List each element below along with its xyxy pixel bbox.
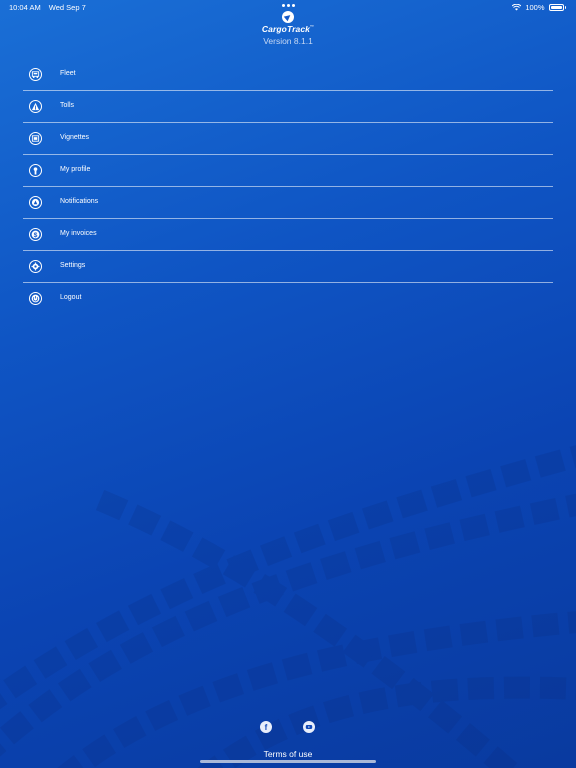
menu-label-notifications: Notifications bbox=[60, 198, 99, 205]
menu-item-tolls[interactable]: Tolls bbox=[23, 91, 553, 123]
cargotrack-logo-icon bbox=[282, 11, 294, 23]
menu-label-settings: Settings bbox=[60, 262, 86, 269]
menu-label-tolls: Tolls bbox=[60, 102, 75, 109]
tolls-icon bbox=[29, 100, 42, 113]
app-version: Version 8.1.1 bbox=[263, 36, 313, 46]
settings-icon bbox=[29, 260, 42, 273]
home-indicator[interactable] bbox=[200, 760, 376, 763]
vignettes-icon bbox=[29, 132, 42, 145]
menu-label-my-profile: My profile bbox=[60, 166, 91, 173]
menu-item-fleet[interactable]: Fleet bbox=[23, 59, 553, 91]
logout-icon bbox=[29, 292, 42, 305]
wifi-icon bbox=[512, 4, 522, 11]
facebook-icon[interactable]: f bbox=[260, 721, 272, 733]
main-menu: Fleet Tolls Vignettes My profile Notific… bbox=[23, 59, 553, 314]
notifications-icon bbox=[29, 196, 42, 209]
logo-trademark: ™ bbox=[309, 24, 315, 30]
battery-tip bbox=[564, 6, 566, 9]
menu-item-my-invoices[interactable]: $ My invoices bbox=[23, 219, 553, 251]
fleet-icon bbox=[29, 68, 42, 81]
terms-of-use-link[interactable]: Terms of use bbox=[0, 749, 576, 759]
facebook-glyph: f bbox=[264, 722, 268, 732]
invoices-icon: $ bbox=[29, 228, 42, 241]
menu-item-logout[interactable]: Logout bbox=[23, 283, 553, 314]
svg-text:$: $ bbox=[34, 232, 38, 239]
menu-item-notifications[interactable]: Notifications bbox=[23, 187, 553, 219]
youtube-icon[interactable] bbox=[303, 721, 315, 733]
logo-text: CargoTrack™ bbox=[0, 24, 576, 34]
menu-label-vignettes: Vignettes bbox=[60, 134, 90, 141]
menu-label-my-invoices: My invoices bbox=[60, 230, 97, 237]
tire-track-texture bbox=[0, 445, 576, 768]
app-logo: CargoTrack™ bbox=[0, 11, 576, 34]
menu-item-my-profile[interactable]: My profile bbox=[23, 155, 553, 187]
menu-item-vignettes[interactable]: Vignettes bbox=[23, 123, 553, 155]
menu-label-logout: Logout bbox=[60, 294, 82, 301]
logo-name: CargoTrack bbox=[261, 24, 310, 34]
multitasking-dots-icon[interactable] bbox=[282, 4, 295, 7]
profile-icon bbox=[29, 164, 42, 177]
battery-icon bbox=[548, 4, 564, 11]
menu-screen: 10:04 AM Wed Sep 7 100% CargoTrack™ Vers… bbox=[0, 0, 576, 768]
menu-label-fleet: Fleet bbox=[60, 70, 76, 77]
menu-item-settings[interactable]: Settings bbox=[23, 251, 553, 283]
